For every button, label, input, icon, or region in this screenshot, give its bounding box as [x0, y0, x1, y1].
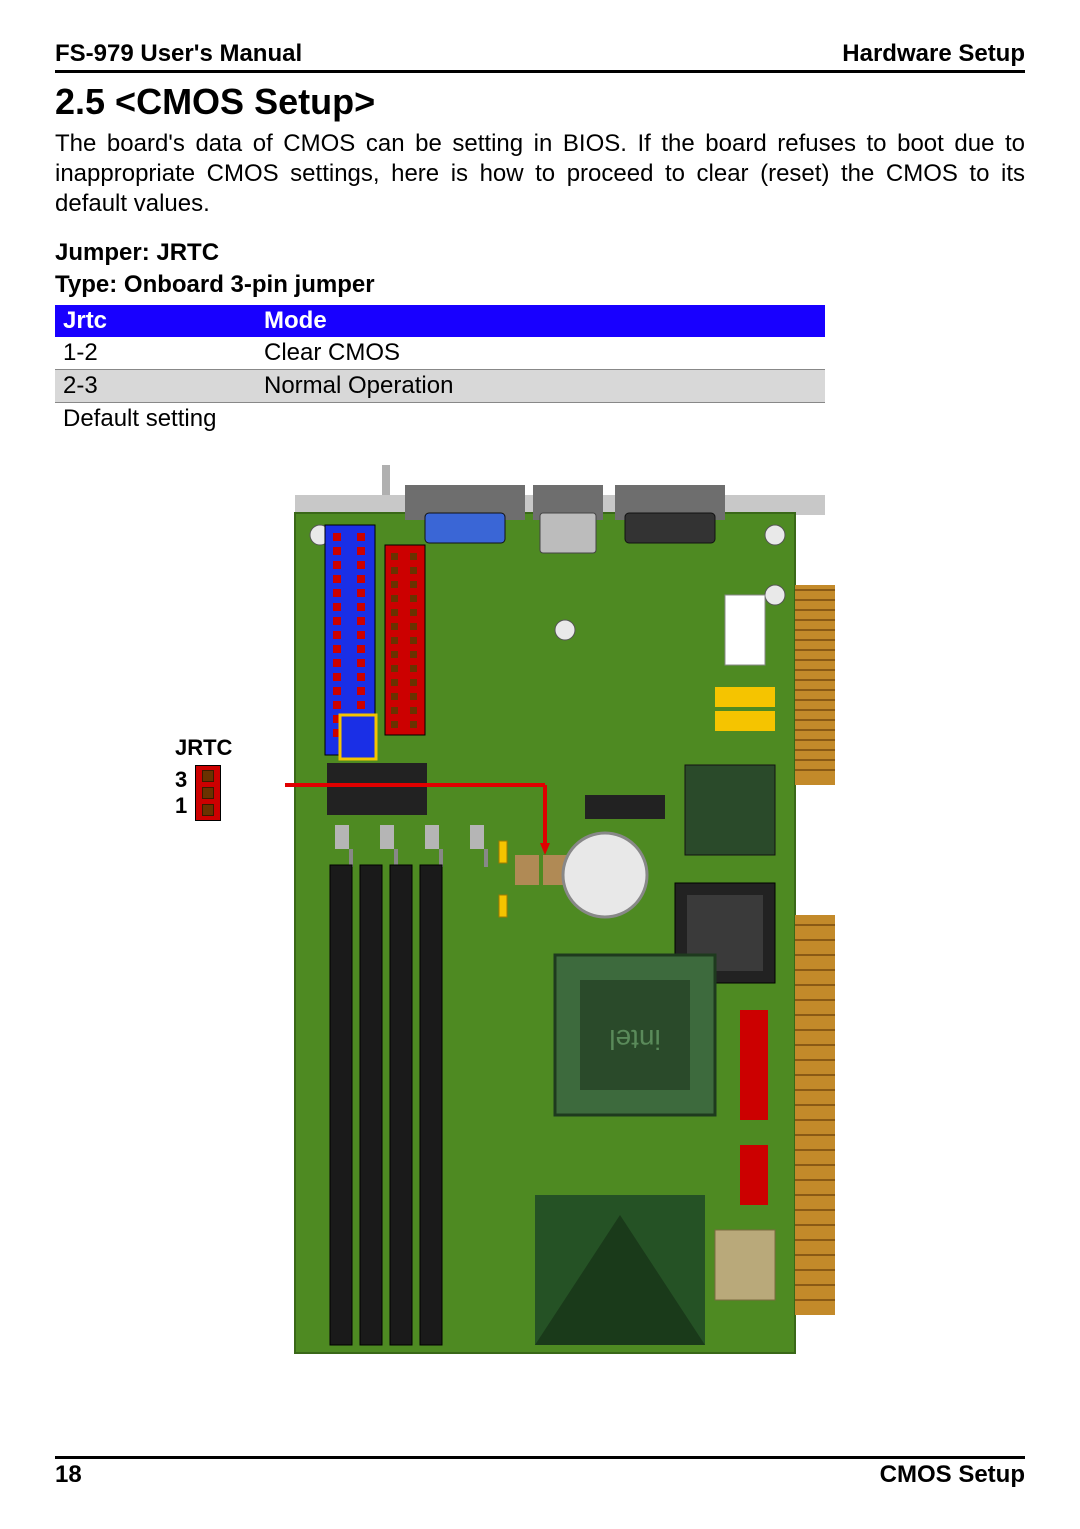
- jrtc-pin: [202, 787, 214, 799]
- motherboard-illustration: intel: [285, 455, 845, 1355]
- section-title: 2.5 <CMOS Setup>: [55, 81, 1025, 123]
- header-left: FS-979 User's Manual: [55, 40, 302, 68]
- board-diagram: JRTC 3 1: [55, 455, 1025, 1365]
- cpu-label: intel: [609, 1024, 660, 1055]
- jrtc-jumper-block: [195, 765, 221, 821]
- footer-section: CMOS Setup: [880, 1461, 1025, 1489]
- table-cell-jrtc: 2-3: [55, 370, 256, 403]
- header-right: Hardware Setup: [842, 40, 1025, 68]
- table-cell-mode: Normal Operation: [256, 370, 825, 403]
- jumper-table: Jrtc Mode 1-2 Clear CMOS 2-3 Normal Oper…: [55, 305, 825, 403]
- jrtc-pin: [202, 804, 214, 816]
- jrtc-callout-title: JRTC: [175, 735, 232, 761]
- footer-page-number: 18: [55, 1461, 82, 1489]
- jrtc-pin1-label: 1: [175, 793, 189, 819]
- table-header-jrtc: Jrtc: [55, 305, 256, 337]
- table-header-row: Jrtc Mode: [55, 305, 825, 337]
- jrtc-callout: JRTC 3 1: [175, 735, 232, 821]
- type-label: Type: Onboard 3-pin jumper: [55, 271, 1025, 299]
- page-header: FS-979 User's Manual Hardware Setup: [55, 40, 1025, 73]
- default-setting: Default setting: [55, 403, 1025, 435]
- jumper-label: Jumper: JRTC: [55, 239, 1025, 267]
- page-footer: 18 CMOS Setup: [55, 1456, 1025, 1489]
- body-text: The board's data of CMOS can be setting …: [55, 129, 1025, 219]
- table-cell-mode: Clear CMOS: [256, 337, 825, 370]
- table-header-mode: Mode: [256, 305, 825, 337]
- table-cell-jrtc: 1-2: [55, 337, 256, 370]
- table-row: 2-3 Normal Operation: [55, 370, 825, 403]
- jrtc-pin3-label: 3: [175, 767, 189, 793]
- table-row: 1-2 Clear CMOS: [55, 337, 825, 370]
- jrtc-pin: [202, 770, 214, 782]
